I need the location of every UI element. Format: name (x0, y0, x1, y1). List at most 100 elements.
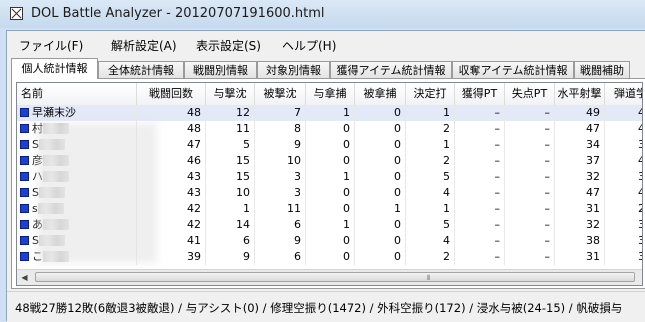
stat-cell: – (505, 249, 555, 265)
stat-cell: 15 (206, 169, 255, 185)
stat-cell: – (505, 137, 555, 153)
stat-cell: 0 (355, 185, 406, 201)
stat-cell: 0 (355, 137, 406, 153)
stat-cell: 9 (206, 249, 255, 265)
menu-display-settings[interactable]: 表示設定(S) (196, 37, 261, 54)
stat-cell: 6 (255, 217, 306, 233)
stat-cell: 2 (406, 249, 455, 265)
stat-cell: – (505, 121, 555, 137)
column-header[interactable]: 被拿捕 (355, 83, 406, 105)
stat-cell: – (455, 249, 505, 265)
table-header: 名前戦闘回数与撃沈被撃沈与拿捕被拿捕決定打獲得PT失点PT水平射撃弾道学 (17, 83, 642, 106)
stat-cell: 0 (355, 217, 406, 233)
tab-plundered-items[interactable]: 収奪アイテム統計情報 (452, 61, 574, 78)
stat-cell: 0 (306, 249, 355, 265)
stat-cell: 32 (555, 169, 605, 185)
stat-cell: 0 (306, 233, 355, 249)
scrollbar-grip-icon: ⦀ (427, 274, 430, 282)
stat-cell: 47 (555, 121, 605, 137)
stat-cell: 0 (355, 105, 406, 121)
stat-cell: 12 (206, 105, 255, 121)
stat-cell: 31 (555, 201, 605, 217)
player-marker-icon (20, 236, 29, 245)
stat-cell: – (455, 137, 505, 153)
stat-cell: 1 (306, 169, 355, 185)
stat-cell: 47 (555, 185, 605, 201)
stats-list-view[interactable]: 名前戦闘回数与撃沈被撃沈与拿捕被拿捕決定打獲得PT失点PT水平射撃弾道学 早瀬末… (16, 82, 643, 286)
stat-cell: 49 (555, 105, 605, 121)
status-bar: 48戦27勝12敗(6敵退3被敵退) / 与アシスト(0) / 修理空振り(14… (7, 291, 645, 322)
column-header[interactable]: 戦闘回数 (137, 83, 206, 105)
stat-cell: – (505, 217, 555, 233)
stat-cell: 32 (555, 217, 605, 233)
scrollbar-thumb[interactable]: ⦀ (35, 272, 635, 282)
stat-cell: 3 (255, 169, 306, 185)
stat-cell: 1 (406, 137, 455, 153)
stat-cell: 0 (306, 153, 355, 169)
column-header[interactable]: 名前 (17, 83, 137, 105)
column-header[interactable]: 弾道学 (605, 83, 642, 105)
stat-cell: – (505, 185, 555, 201)
stat-cell: 31 (605, 249, 642, 265)
menu-help[interactable]: ヘルプ(H) (282, 37, 336, 54)
stat-cell: – (505, 201, 555, 217)
tab-personal-stats[interactable]: 個人統計情報 (11, 58, 98, 79)
stat-cell: 34 (555, 137, 605, 153)
column-header[interactable]: 与撃沈 (206, 83, 255, 105)
stat-cell: – (455, 185, 505, 201)
scroll-left-arrow-icon[interactable]: ◀ (17, 270, 32, 285)
stat-cell: 0 (306, 185, 355, 201)
menu-bar: ファイル(F) 解析設定(A) 表示設定(S) ヘルプ(H) (7, 33, 645, 55)
stat-cell: 5 (406, 217, 455, 233)
stat-cell: – (455, 169, 505, 185)
horizontal-scrollbar[interactable]: ◀ ⦀ (17, 269, 642, 285)
stat-cell: – (455, 201, 505, 217)
stat-cell: 2 (406, 153, 455, 169)
title-bar: DOL Battle Analyzer - 20120707191600.htm… (0, 0, 645, 28)
stat-cell: 5 (406, 169, 455, 185)
status-summary: 48戦27勝12敗(6敵退3被敵退) / 与アシスト(0) / 修理空振り(14… (15, 301, 623, 315)
stat-cell: 11 (206, 121, 255, 137)
stat-cell: 1 (206, 201, 255, 217)
stat-cell: 1 (306, 217, 355, 233)
stat-cell: 48 (605, 121, 642, 137)
column-header[interactable]: 水平射撃 (555, 83, 605, 105)
stat-cell: 4 (406, 185, 455, 201)
stat-cell: 0 (306, 137, 355, 153)
tab-target-info[interactable]: 対象別情報 (257, 61, 330, 78)
stat-cell: 32 (605, 137, 642, 153)
stat-cell: – (505, 153, 555, 169)
stat-cell: 3 (255, 185, 306, 201)
tab-overall-stats[interactable]: 全体統計情報 (98, 61, 184, 78)
table-row[interactable]: 早瀬末沙48127101––4947 (17, 105, 642, 121)
column-header[interactable]: 与拿捕 (306, 83, 355, 105)
player-marker-icon (20, 140, 29, 149)
player-marker-icon (20, 204, 29, 213)
column-header[interactable]: 獲得PT (455, 83, 505, 105)
stat-cell: – (455, 153, 505, 169)
stat-cell: 0 (306, 201, 355, 217)
stat-cell: – (505, 169, 555, 185)
stat-cell: 28 (605, 201, 642, 217)
tab-strip: 個人統計情報 全体統計情報 戦闘別情報 対象別情報 獲得アイテム統計情報 収奪ア… (11, 58, 645, 79)
column-header[interactable]: 失点PT (505, 83, 555, 105)
menu-analysis-settings[interactable]: 解析設定(A) (111, 37, 177, 54)
stat-cell: 15 (206, 153, 255, 169)
stat-cell: 0 (355, 121, 406, 137)
stat-cell: 2 (406, 121, 455, 137)
tab-battle-info[interactable]: 戦闘別情報 (184, 61, 257, 78)
stat-cell: 48 (137, 105, 206, 121)
stat-cell: 5 (206, 137, 255, 153)
column-header[interactable]: 決定打 (406, 83, 455, 105)
player-marker-icon (20, 252, 29, 261)
stat-cell: 0 (355, 153, 406, 169)
column-header[interactable]: 被撃沈 (255, 83, 306, 105)
menu-file[interactable]: ファイル(F) (19, 37, 83, 54)
stat-cell: 0 (306, 121, 355, 137)
tab-acquired-items[interactable]: 獲得アイテム統計情報 (330, 61, 452, 78)
stat-cell: – (455, 121, 505, 137)
stat-cell: 14 (206, 217, 255, 233)
stat-cell: 37 (555, 153, 605, 169)
tab-battle-support[interactable]: 戦闘補助 (574, 61, 630, 78)
player-marker-icon (20, 156, 29, 165)
